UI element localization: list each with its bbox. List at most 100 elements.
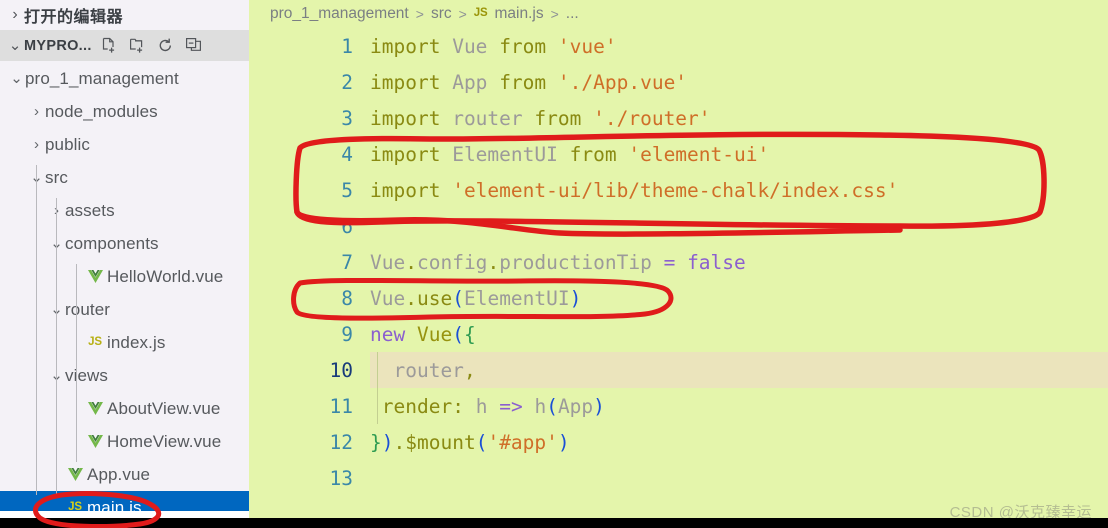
new-folder-icon[interactable] (128, 36, 147, 55)
code-text[interactable]: Vue.config.productionTip = false (353, 251, 746, 274)
tree-item-pro-1-management[interactable]: ⌄ pro_1_management (0, 62, 249, 95)
code-token: 'element-ui/lib/theme-chalk/index.css' (452, 178, 899, 202)
tree-item-router[interactable]: ⌄router (0, 293, 249, 326)
chevron-right-icon[interactable]: › (28, 104, 45, 119)
tree-item-label: views (65, 365, 109, 385)
line-number: 11 (329, 394, 353, 418)
code-line-1[interactable]: 1 import Vue from 'vue' (249, 28, 1108, 64)
code-line-2[interactable]: 2 import App from './App.vue' (249, 64, 1108, 100)
code-token: ( (452, 286, 464, 310)
code-token: import (370, 178, 441, 202)
breadcrumb-item-main-js[interactable]: main.js (494, 5, 543, 23)
line-number: 2 (341, 70, 353, 94)
code-text[interactable]: render: h => h(App) (353, 395, 605, 418)
code-line-7[interactable]: 7 Vue.config.productionTip = false (249, 244, 1108, 280)
breadcrumb-item-pro-1-management[interactable]: pro_1_management (270, 5, 409, 23)
line-number: 4 (341, 142, 353, 166)
code-line-13[interactable]: 13 (249, 460, 1108, 496)
tree-item-views[interactable]: ⌄views (0, 359, 249, 392)
line-number: 3 (341, 106, 353, 130)
code-token: false (687, 250, 746, 274)
code-text[interactable]: router, (353, 359, 475, 382)
active-line-highlight (370, 352, 1108, 388)
breadcrumb-item-src[interactable]: src (431, 5, 452, 23)
code-token: ) (593, 394, 605, 418)
code-text[interactable]: import router from './router' (353, 107, 711, 130)
tree-item-src[interactable]: ⌄src (0, 161, 249, 194)
tree-item-homeview-vue[interactable]: ›HomeView.vue (0, 425, 249, 458)
code-line-9[interactable]: 9 new Vue({ (249, 316, 1108, 352)
tree-item-app-vue[interactable]: ›App.vue (0, 458, 249, 491)
line-number: 10 (329, 358, 353, 382)
code-token: render (381, 394, 453, 418)
tree-item-label: App.vue (87, 464, 151, 484)
tree-item-node-modules[interactable]: › node_modules (0, 95, 249, 128)
code-text[interactable]: new Vue({ (353, 323, 476, 346)
bottom-black-strip (0, 518, 1108, 528)
code-line-4[interactable]: 4 import ElementUI from 'element-ui' (249, 136, 1108, 172)
code-token: from (569, 142, 617, 166)
code-text[interactable]: import App from './App.vue' (353, 71, 687, 94)
code-lines[interactable]: 1 import Vue from 'vue' 2 import App from '… (249, 28, 1108, 496)
tree-item-label: public (45, 134, 91, 154)
code-token: => (499, 394, 523, 418)
tree-item-label: router (65, 299, 111, 319)
js-file-icon: JS (88, 335, 102, 348)
code-token: : (452, 394, 464, 418)
tree-item-assets[interactable]: ›assets (0, 194, 249, 227)
vscode-window: › 打开的编辑器 ⌄ MYPRO... ⌄ pro_1_management ›… (0, 0, 1108, 528)
collapse-all-icon[interactable] (184, 36, 203, 55)
project-root-header[interactable]: ⌄ MYPRO... (0, 30, 249, 61)
code-token: App (452, 70, 488, 94)
code-text[interactable]: Vue.use(ElementUI) (353, 287, 581, 310)
tree-item-index-js[interactable]: ›JSindex.js (0, 326, 249, 359)
tree-item-helloworld-vue[interactable]: ›HelloWorld.vue (0, 260, 249, 293)
tree-item-components[interactable]: ⌄components (0, 227, 249, 260)
chevron-right-icon[interactable]: › (28, 137, 45, 152)
open-editors-section-header[interactable]: › 打开的编辑器 (0, 0, 249, 30)
code-text[interactable]: }).$mount('#app') (353, 431, 570, 454)
code-token: import (370, 106, 441, 130)
sidebar-bottom-filler (0, 511, 249, 518)
new-file-icon[interactable] (100, 36, 119, 55)
code-text[interactable]: import ElementUI from 'element-ui' (353, 143, 769, 166)
code-token: 'element-ui' (628, 142, 770, 166)
refresh-icon[interactable] (156, 36, 175, 55)
line-number: 9 (341, 322, 353, 346)
code-line-5[interactable]: 5 import 'element-ui/lib/theme-chalk/inde… (249, 172, 1108, 208)
code-text[interactable]: import 'element-ui/lib/theme-chalk/index… (353, 179, 898, 202)
tree-item-public[interactable]: › public (0, 128, 249, 161)
code-token: ( (475, 430, 488, 454)
tree-indent-guide (76, 264, 77, 462)
breadcrumb-item-more[interactable]: ... (566, 5, 579, 23)
code-line-3[interactable]: 3 import router from './router' (249, 100, 1108, 136)
code-token: Vue (416, 322, 453, 346)
breadcrumb-separator: > (458, 6, 467, 22)
code-token: Vue (452, 34, 488, 58)
code-token: router (452, 106, 523, 130)
chevron-down-icon[interactable]: ⌄ (8, 71, 25, 86)
vue-file-icon (85, 268, 105, 286)
tree-item-aboutview-vue[interactable]: ›AboutView.vue (0, 392, 249, 425)
code-token: ElementUI (452, 142, 558, 166)
code-line-12[interactable]: 12}).$mount('#app') (249, 424, 1108, 460)
code-token: ( (452, 322, 464, 346)
code-token: './App.vue' (557, 70, 688, 94)
code-token: . (487, 250, 500, 274)
code-line-6[interactable]: 6 (249, 208, 1108, 244)
code-line-8[interactable]: 8 Vue.use(ElementUI) (249, 280, 1108, 316)
code-text[interactable]: import Vue from 'vue' (353, 35, 617, 58)
breadcrumb[interactable]: pro_1_management > src > JS main.js >... (249, 0, 1108, 28)
code-token: import (370, 142, 441, 166)
code-token: App (557, 394, 594, 418)
